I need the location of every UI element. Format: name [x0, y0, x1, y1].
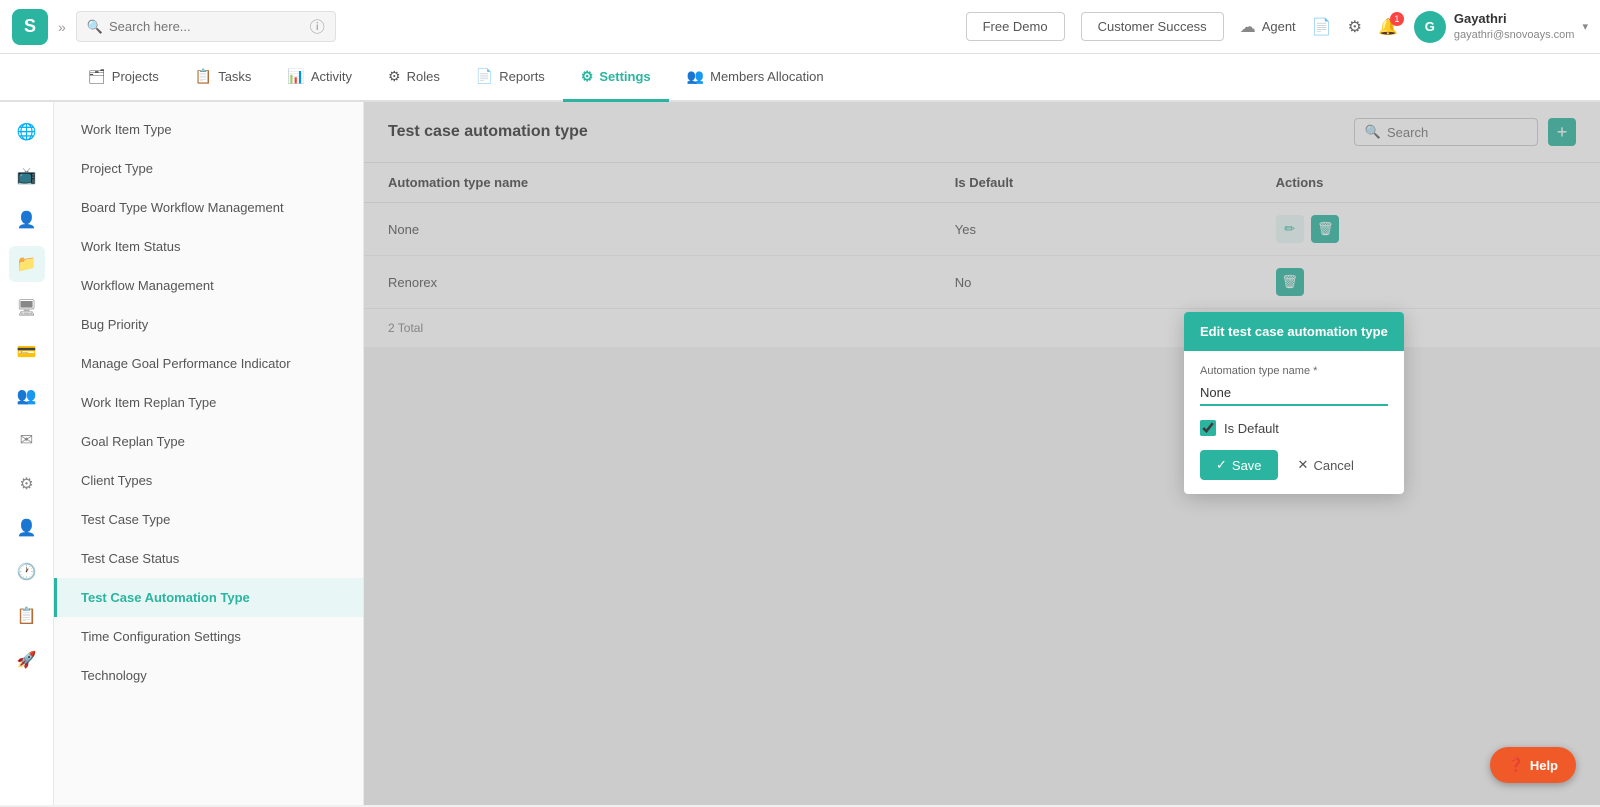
notification-icon[interactable]: 🔔 1	[1378, 17, 1398, 37]
icon-sidebar: 🌐 📺 👤 📁 🖥 💳 👥 ✉ ⚙ 👤 🕐 📋 🚀	[0, 102, 54, 805]
tab-settings-label: Settings	[599, 69, 650, 84]
modal-name-input[interactable]	[1200, 381, 1388, 406]
sidebar-item-technology[interactable]: Technology	[54, 656, 363, 695]
sidebar-item-work-item-status[interactable]: Work Item Status	[54, 227, 363, 266]
top-nav-actions: Free Demo Customer Success ☁ Agent 📄 ⚙ 🔔…	[966, 11, 1588, 43]
user-name: Gayathri	[1454, 11, 1575, 28]
sidebar-item-workflow-management[interactable]: Workflow Management	[54, 266, 363, 305]
info-icon[interactable]: ⓘ	[310, 16, 325, 37]
help-label: Help	[1530, 758, 1558, 773]
sidebar-item-test-case-status[interactable]: Test Case Status	[54, 539, 363, 578]
edit-modal: Edit test case automation type Automatio…	[1184, 312, 1404, 494]
main-content: Test case automation type 🔍 + Automation…	[364, 102, 1600, 805]
modal-checkbox-row: Is Default	[1200, 420, 1388, 436]
chevron-down-icon: ▾	[1582, 20, 1588, 33]
sidebar-item-goal-replan[interactable]: Goal Replan Type	[54, 422, 363, 461]
settings-icon[interactable]: ⚙	[1348, 17, 1362, 37]
sidebar-icon-tv[interactable]: 📺	[9, 158, 45, 194]
tab-reports[interactable]: 📄 Reports	[458, 54, 563, 102]
is-default-label: Is Default	[1224, 421, 1279, 436]
customer-success-button[interactable]: Customer Success	[1081, 12, 1224, 41]
sidebar-icon-monitor[interactable]: 🖥	[9, 290, 45, 326]
sidebar-item-bug-priority[interactable]: Bug Priority	[54, 305, 363, 344]
sidebar-item-project-type[interactable]: Project Type	[54, 149, 363, 188]
sidebar-item-test-case-automation[interactable]: Test Case Automation Type	[54, 578, 363, 617]
user-email: gayathri@snovoays.com	[1454, 28, 1575, 42]
roles-icon: ⚙	[388, 68, 401, 85]
tab-activity-label: Activity	[311, 69, 352, 84]
search-icon: 🔍	[87, 19, 103, 35]
app-logo[interactable]: S	[12, 9, 48, 45]
global-search-bar[interactable]: 🔍 ⓘ	[76, 11, 336, 42]
tab-roles[interactable]: ⚙ Roles	[370, 54, 458, 102]
sidebar-item-board-type[interactable]: Board Type Workflow Management	[54, 188, 363, 227]
sidebar-icon-mail[interactable]: ✉	[9, 422, 45, 458]
modal-header: Edit test case automation type	[1184, 312, 1404, 351]
sidebar-icon-folder[interactable]: 📁	[9, 246, 45, 282]
sidebar-icon-clock[interactable]: 🕐	[9, 554, 45, 590]
tab-tasks[interactable]: 📋 Tasks	[177, 54, 270, 102]
sidebar-item-time-config[interactable]: Time Configuration Settings	[54, 617, 363, 656]
free-demo-button[interactable]: Free Demo	[966, 12, 1065, 41]
notification-badge: 1	[1390, 12, 1404, 26]
tab-settings[interactable]: ⚙ Settings	[563, 54, 669, 102]
settings-tab-icon: ⚙	[581, 68, 594, 85]
tab-members-label: Members Allocation	[710, 69, 823, 84]
sidebar-icon-settings[interactable]: ⚙	[9, 466, 45, 502]
tab-roles-label: Roles	[407, 69, 440, 84]
help-icon: ❓	[1508, 757, 1524, 773]
modal-title: Edit test case automation type	[1200, 324, 1388, 339]
search-input[interactable]	[109, 19, 304, 34]
tab-projects[interactable]: 🗂 Projects	[70, 54, 177, 102]
modal-cancel-button[interactable]: ✕ Cancel	[1286, 450, 1366, 480]
document-icon[interactable]: 📄	[1312, 17, 1332, 37]
main-layout: 🌐 📺 👤 📁 🖥 💳 👥 ✉ ⚙ 👤 🕐 📋 🚀 Work Item Type…	[0, 102, 1600, 805]
tab-tasks-label: Tasks	[218, 69, 251, 84]
activity-icon: 📊	[287, 68, 304, 85]
sidebar-icon-user[interactable]: 👤	[9, 510, 45, 546]
avatar: G	[1414, 11, 1446, 43]
top-bar: S » 🔍 ⓘ Free Demo Customer Success ☁ Age…	[0, 0, 1600, 54]
check-icon: ✓	[1216, 457, 1227, 473]
members-icon: 👥	[687, 68, 704, 85]
second-nav: 🗂 Projects 📋 Tasks 📊 Activity ⚙ Roles 📄 …	[0, 54, 1600, 102]
tab-activity[interactable]: 📊 Activity	[269, 54, 370, 102]
sidebar-item-goal-performance[interactable]: Manage Goal Performance Indicator	[54, 344, 363, 383]
sidebar-item-client-types[interactable]: Client Types	[54, 461, 363, 500]
sidebar-item-work-item-type[interactable]: Work Item Type	[54, 110, 363, 149]
save-label: Save	[1232, 458, 1262, 473]
sidebar-icon-report[interactable]: 📋	[9, 598, 45, 634]
sidebar-icon-group[interactable]: 👥	[9, 378, 45, 414]
cancel-label: Cancel	[1313, 458, 1353, 473]
agent-area: ☁ Agent	[1240, 17, 1296, 37]
reports-icon: 📄	[476, 68, 493, 85]
agent-label[interactable]: Agent	[1262, 19, 1296, 34]
modal-field-label: Automation type name *	[1200, 365, 1388, 377]
tab-members-allocation[interactable]: 👥 Members Allocation	[669, 54, 842, 102]
settings-sidebar: Work Item Type Project Type Board Type W…	[54, 102, 364, 805]
sidebar-icon-person[interactable]: 👤	[9, 202, 45, 238]
sidebar-item-test-case-type[interactable]: Test Case Type	[54, 500, 363, 539]
tab-projects-label: Projects	[112, 69, 159, 84]
sidebar-item-work-item-replan[interactable]: Work Item Replan Type	[54, 383, 363, 422]
user-menu[interactable]: G Gayathri gayathri@snovoays.com ▾	[1414, 11, 1588, 43]
is-default-checkbox[interactable]	[1200, 420, 1216, 436]
modal-body: Automation type name * Is Default ✓ Save…	[1184, 351, 1404, 494]
expand-icon[interactable]: »	[58, 19, 66, 35]
modal-overlay	[364, 102, 1600, 805]
x-icon: ✕	[1298, 457, 1309, 473]
projects-icon: 🗂	[88, 68, 106, 85]
sidebar-icon-card[interactable]: 💳	[9, 334, 45, 370]
tab-reports-label: Reports	[499, 69, 545, 84]
agent-cloud-icon: ☁	[1240, 17, 1256, 37]
modal-save-button[interactable]: ✓ Save	[1200, 450, 1278, 480]
sidebar-icon-launch[interactable]: 🚀	[9, 642, 45, 678]
help-button[interactable]: ❓ Help	[1490, 747, 1576, 783]
tasks-icon: 📋	[195, 68, 212, 85]
sidebar-icon-globe[interactable]: 🌐	[9, 114, 45, 150]
modal-actions: ✓ Save ✕ Cancel	[1200, 450, 1388, 480]
